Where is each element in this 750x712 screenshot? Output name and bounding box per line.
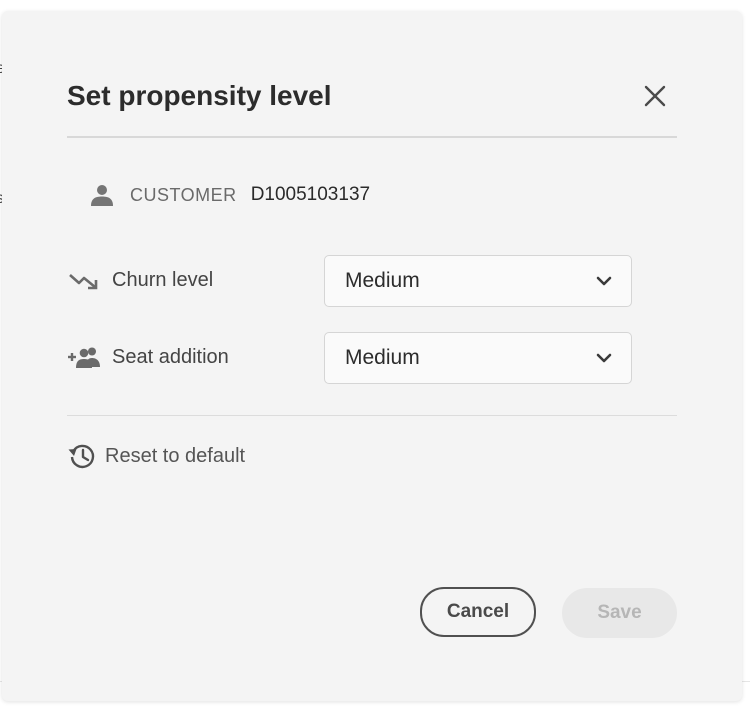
seat-addition-row: Seat addition Medium bbox=[67, 332, 637, 384]
trending-down-icon bbox=[69, 274, 98, 290]
close-icon bbox=[644, 85, 666, 107]
close-button[interactable] bbox=[642, 83, 668, 109]
save-button[interactable]: Save bbox=[562, 588, 677, 638]
section-divider bbox=[67, 415, 677, 416]
customer-label: CUSTOMER bbox=[130, 184, 237, 205]
churn-level-row: Churn level Medium bbox=[67, 255, 637, 307]
churn-level-select[interactable]: Medium bbox=[324, 255, 632, 307]
cancel-button[interactable]: Cancel bbox=[420, 587, 536, 637]
propensity-dialog: Set propensity level CUSTOMER D100510313… bbox=[2, 11, 742, 701]
customer-id: D1005103137 bbox=[250, 184, 371, 205]
reset-label: Reset to default bbox=[105, 444, 246, 467]
header-divider bbox=[67, 136, 677, 138]
reset-to-default-button[interactable]: Reset to default bbox=[67, 441, 245, 471]
history-icon bbox=[68, 444, 95, 469]
dialog-title: Set propensity level bbox=[67, 80, 332, 111]
seat-addition-select[interactable]: Medium bbox=[324, 332, 632, 384]
seat-addition-value: Medium bbox=[345, 346, 420, 369]
customer-info: CUSTOMER D1005103137 bbox=[90, 181, 370, 209]
person-icon bbox=[91, 185, 113, 206]
add-people-icon bbox=[68, 347, 100, 368]
chevron-down-icon bbox=[596, 276, 612, 286]
seat-addition-label: Seat addition bbox=[112, 346, 229, 368]
churn-level-label: Churn level bbox=[112, 269, 214, 291]
churn-level-value: Medium bbox=[345, 269, 420, 292]
chevron-down-icon bbox=[596, 353, 612, 363]
